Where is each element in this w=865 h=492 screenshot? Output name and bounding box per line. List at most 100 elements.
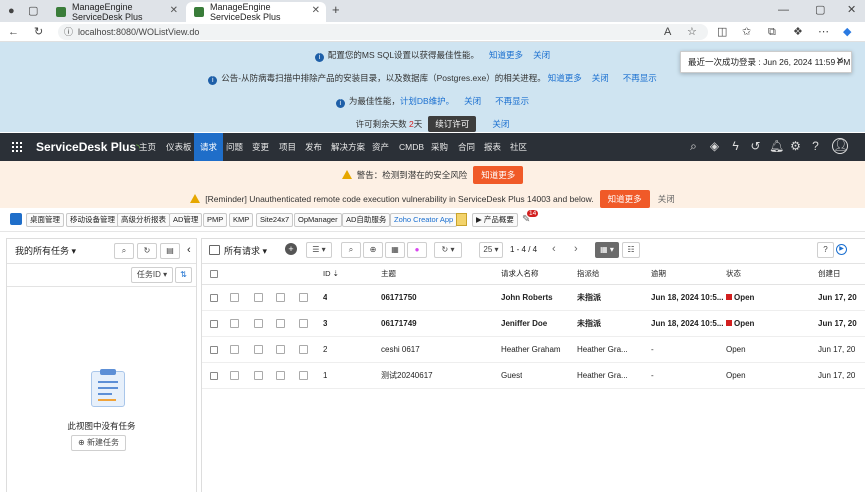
table-row[interactable]: 1 测试20240617 Guest Heather Gra... - Open Jun 1… <box>202 363 865 389</box>
nav-dashboard[interactable]: 仪表板 <box>166 133 192 161</box>
learn-more-button[interactable]: 知道更多 <box>473 166 524 184</box>
quick-link-ad-manager[interactable]: AD管理 <box>169 213 203 227</box>
dont-show-again-link[interactable]: 不再显示 <box>623 73 657 83</box>
col-subject[interactable]: 主题 <box>381 264 396 284</box>
notes-icon[interactable] <box>299 345 308 354</box>
task-sort-select[interactable]: 任务ID ▾ <box>131 267 173 283</box>
search-icon[interactable]: ⌕ <box>341 242 361 258</box>
bell-icon[interactable]: 🔔︎ <box>769 140 784 153</box>
notes-icon[interactable] <box>299 319 308 328</box>
edit-icon[interactable] <box>276 371 285 380</box>
extensions-icon[interactable]: ❖ <box>793 25 803 39</box>
tab-actions-icon[interactable]: ▢ <box>28 4 38 18</box>
quick-link-pmp[interactable]: PMP <box>203 213 228 227</box>
split-screen-icon[interactable]: ◫ <box>717 25 727 39</box>
schedule-db-link[interactable]: 计划DB维护。 <box>400 96 454 106</box>
close-link[interactable]: 关闭 <box>592 73 609 83</box>
row-checkbox[interactable] <box>210 346 218 354</box>
nav-home[interactable]: 主页 <box>139 133 156 161</box>
nav-solutions[interactable]: 解决方案 <box>331 133 365 161</box>
quick-link-kmp[interactable]: KMP <box>229 213 254 227</box>
dont-show-again-link[interactable]: 不再显示 <box>495 96 529 106</box>
table-row[interactable]: 3 06171749 Jeniffer Doe 未指派 Jun 18, 2024 10:… <box>202 311 865 337</box>
product-overview-button[interactable]: ▶ 产品概要 <box>472 213 518 227</box>
notes-icon[interactable] <box>299 293 308 302</box>
table-row[interactable]: 2 ceshi 0617 Heather Graham Heather Gra... -… <box>202 337 865 363</box>
avatar[interactable]: 👤︎ <box>832 138 848 154</box>
select-all-checkbox[interactable] <box>210 270 218 278</box>
copilot-icon[interactable]: ◆ <box>843 25 851 39</box>
play-icon[interactable]: ▶ <box>836 244 847 255</box>
url-input[interactable]: ⓘ localhost:8080/WOListView.do <box>58 24 708 40</box>
table-row[interactable]: 4 06171750 John Roberts 未指派 Jun 18, 2024 10:… <box>202 285 865 311</box>
help-icon[interactable]: ? <box>809 140 822 153</box>
sidebar-toggle-icon[interactable] <box>10 213 22 225</box>
nav-assets[interactable]: 资产 <box>372 133 389 161</box>
nav-changes[interactable]: 变更 <box>252 133 269 161</box>
learn-more-button[interactable]: 知道更多 <box>599 190 650 208</box>
quick-link-opmanager[interactable]: OpManager <box>294 213 342 227</box>
refresh-icon[interactable]: ↻ <box>137 243 157 259</box>
close-tab-icon[interactable]: ✕ <box>312 5 320 16</box>
cell-subject[interactable]: 测试20240617 <box>381 363 433 389</box>
back-icon[interactable]: ← <box>8 25 19 39</box>
nav-contracts[interactable]: 合同 <box>458 133 475 161</box>
close-link[interactable]: 关闭 <box>492 119 509 129</box>
col-assignee[interactable]: 指派给 <box>577 264 600 284</box>
row-checkbox[interactable] <box>210 294 218 302</box>
table-view-icon[interactable]: ▦ <box>385 242 405 258</box>
prev-page-icon[interactable]: ‹ <box>552 243 556 255</box>
close-icon[interactable]: ✕ <box>836 52 844 72</box>
close-tab-icon[interactable]: ✕ <box>170 5 178 16</box>
collections-icon[interactable]: ⧉ <box>768 25 776 39</box>
quick-link-mdm[interactable]: 移动设备管理 <box>66 213 119 227</box>
edit-icon[interactable] <box>276 319 285 328</box>
renew-license-button[interactable]: 续订许可 <box>428 116 477 132</box>
quick-link-analytics[interactable]: 高级分析报表 <box>117 213 170 227</box>
color-legend-icon[interactable]: ● <box>407 242 427 258</box>
notes-icon[interactable] <box>299 371 308 380</box>
new-task-button[interactable]: ⊕ 新建任务 <box>71 435 126 451</box>
more-icon[interactable]: ⋯ <box>818 25 829 39</box>
nav-cmdb[interactable]: CMDB <box>399 133 424 161</box>
col-due[interactable]: 逾期 <box>651 264 666 284</box>
add-request-icon[interactable]: + <box>285 243 297 255</box>
zoom-icon[interactable]: ⊕ <box>363 242 383 258</box>
edit-icon[interactable] <box>276 345 285 354</box>
refresh-icon[interactable]: ↻ <box>34 25 43 39</box>
brand-logo[interactable]: ServiceDesk Plus◝ <box>36 140 140 154</box>
nav-releases[interactable]: 发布 <box>305 133 322 161</box>
cell-subject[interactable]: 06171750 <box>381 285 417 311</box>
settings-icon[interactable]: ⚙ <box>789 140 802 153</box>
cell-subject[interactable]: ceshi 0617 <box>381 337 420 363</box>
nav-problems[interactable]: 问题 <box>226 133 243 161</box>
cell-subject[interactable]: 06171749 <box>381 311 417 337</box>
search-icon[interactable]: ⌕ <box>687 140 700 153</box>
col-status[interactable]: 状态 <box>726 264 741 284</box>
row-checkbox[interactable] <box>210 372 218 380</box>
nav-community[interactable]: 社区 <box>510 133 527 161</box>
next-page-icon[interactable]: › <box>574 243 578 255</box>
edit-icon[interactable] <box>276 293 285 302</box>
move-icon[interactable] <box>254 371 263 380</box>
col-created[interactable]: 创建日 <box>818 264 841 284</box>
list-view-icon[interactable]: ☷ <box>622 242 640 258</box>
learn-more-link[interactable]: 知道更多 <box>489 50 523 60</box>
minimize-icon[interactable]: — <box>778 3 789 17</box>
email-icon[interactable] <box>230 371 239 380</box>
browser-tab-1[interactable]: ManageEngine ServiceDesk Plus ✕ <box>48 2 184 22</box>
actions-menu-button[interactable]: ☰ ▾ <box>306 242 332 258</box>
browser-tab-2[interactable]: ManageEngine ServiceDesk Plus ✕ <box>186 2 326 22</box>
help-icon[interactable]: ? <box>817 242 834 258</box>
col-requester[interactable]: 请求人名称 <box>501 264 539 284</box>
maximize-icon[interactable]: ▢ <box>815 3 825 17</box>
move-icon[interactable] <box>254 293 263 302</box>
profile-icon[interactable]: ● <box>8 4 15 18</box>
tasks-view-selector[interactable]: 我的所有任务 ▾ <box>15 244 76 257</box>
close-link[interactable]: 关闭 <box>464 96 481 106</box>
nav-purchase[interactable]: 采购 <box>431 133 448 161</box>
app-launcher-icon[interactable] <box>12 142 22 152</box>
close-window-icon[interactable]: ✕ <box>847 3 856 17</box>
row-checkbox[interactable] <box>210 320 218 328</box>
email-icon[interactable] <box>230 345 239 354</box>
